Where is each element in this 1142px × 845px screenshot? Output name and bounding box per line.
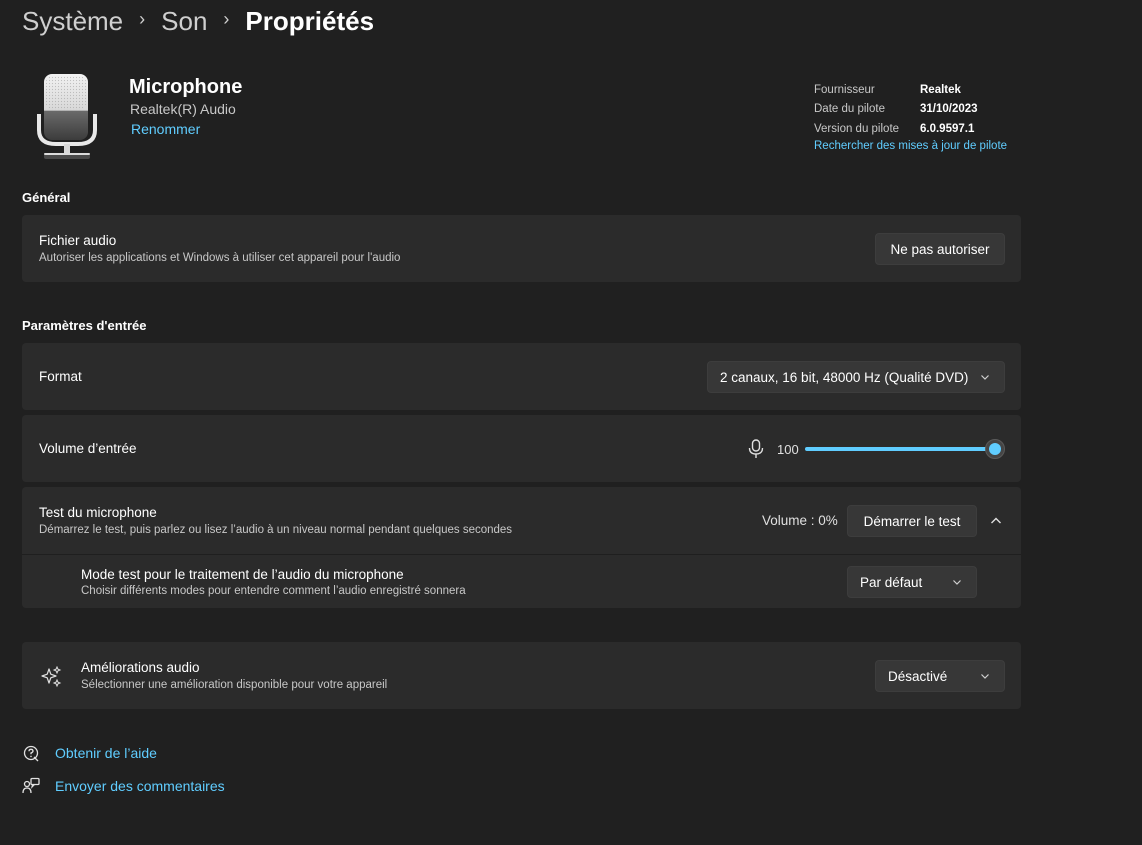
feedback-link-label: Envoyer des commentaires: [55, 778, 225, 794]
mic-test-desc: Démarrez le test, puis parlez ou lisez l…: [39, 524, 513, 536]
feedback-icon: [22, 777, 40, 794]
enhancements-title: Améliorations audio: [81, 660, 200, 675]
enhancements-desc: Sélectionner une amélioration disponible…: [81, 679, 388, 691]
mic-test-volume-label: Volume : 0%: [762, 513, 838, 528]
chevron-down-icon: [981, 375, 989, 380]
mic-test-card: Test du microphone Démarrez le test, pui…: [22, 487, 1021, 608]
device-name: Microphone: [129, 76, 243, 98]
help-icon: [23, 745, 39, 762]
chevron-down-icon: [953, 580, 961, 585]
audio-file-title: Fichier audio: [39, 233, 117, 248]
feedback-link[interactable]: Envoyer des commentaires: [22, 777, 225, 795]
enhancements-dropdown[interactable]: Désactivé: [875, 660, 1005, 692]
input-volume-title: Volume d’entrée: [39, 441, 137, 456]
breadcrumb: Système › Son › Propriétés: [22, 4, 374, 38]
driver-value: 6.0.9597.1: [920, 122, 975, 135]
start-test-button[interactable]: Démarrer le test: [847, 505, 977, 537]
driver-key: Fournisseur: [814, 83, 875, 96]
divider: [22, 554, 1021, 555]
driver-row-version: Version du pilote 6.0.9597.1: [814, 119, 1007, 139]
page-title: Propriétés: [245, 5, 375, 36]
breadcrumb-item-systeme[interactable]: Système: [22, 6, 123, 37]
rename-link[interactable]: Renommer: [131, 121, 200, 137]
test-mode-dropdown[interactable]: Par défaut: [847, 566, 977, 598]
audio-file-desc: Autoriser les applications et Windows à …: [39, 252, 401, 264]
help-link[interactable]: Obtenir de l’aide: [22, 744, 157, 762]
test-mode-desc: Choisir différents modes pour entendre c…: [81, 585, 466, 597]
mic-test-title: Test du microphone: [39, 505, 157, 520]
breadcrumb-item-son[interactable]: Son: [161, 6, 207, 37]
section-title-general: Général: [22, 190, 71, 205]
section-title-input: Paramètres d'entrée: [22, 318, 147, 333]
format-card: Format 2 canaux, 16 bit, 48000 Hz (Quali…: [22, 343, 1021, 410]
driver-update-link[interactable]: Rechercher des mises à jour de pilote: [814, 140, 1007, 152]
breadcrumb-separator: ›: [139, 8, 146, 29]
format-value: 2 canaux, 16 bit, 48000 Hz (Qualité DVD): [720, 369, 969, 385]
device-subtitle: Realtek(R) Audio: [130, 101, 236, 117]
microphone-icon[interactable]: [747, 439, 765, 459]
input-volume-value: 100: [777, 442, 799, 457]
enhancements-value: Désactivé: [888, 668, 948, 684]
format-title: Format: [39, 369, 82, 384]
input-volume-slider-thumb[interactable]: [985, 439, 1005, 459]
device-header: Microphone Realtek(R) Audio Renommer Fou…: [22, 66, 1022, 166]
input-volume-slider-track[interactable]: [805, 447, 995, 451]
sparkle-icon: [41, 666, 62, 688]
breadcrumb-separator: ›: [223, 8, 230, 29]
driver-info: Fournisseur Realtek Date du pilote 31/10…: [814, 80, 1007, 152]
driver-value: Realtek: [920, 83, 961, 96]
driver-key: Date du pilote: [814, 103, 885, 116]
test-mode-value: Par défaut: [860, 574, 923, 590]
input-volume-card: Volume d’entrée 100: [22, 415, 1021, 482]
microphone-device-image: [37, 74, 97, 159]
enhancements-card: Améliorations audio Sélectionner une amé…: [22, 642, 1021, 709]
driver-key: Version du pilote: [814, 122, 900, 135]
driver-row-date: Date du pilote 31/10/2023: [814, 100, 1007, 120]
chevron-up-icon[interactable]: [990, 515, 1002, 527]
format-dropdown[interactable]: 2 canaux, 16 bit, 48000 Hz (Qualité DVD): [707, 361, 1005, 393]
driver-row-provider: Fournisseur Realtek: [814, 80, 1007, 100]
help-link-label: Obtenir de l’aide: [55, 745, 157, 761]
driver-value: 31/10/2023: [920, 103, 978, 116]
audio-file-card: Fichier audio Autoriser les applications…: [22, 215, 1021, 282]
chevron-down-icon: [981, 674, 989, 679]
disallow-button[interactable]: Ne pas autoriser: [875, 233, 1005, 265]
test-mode-title: Mode test pour le traitement de l’audio …: [81, 567, 404, 582]
